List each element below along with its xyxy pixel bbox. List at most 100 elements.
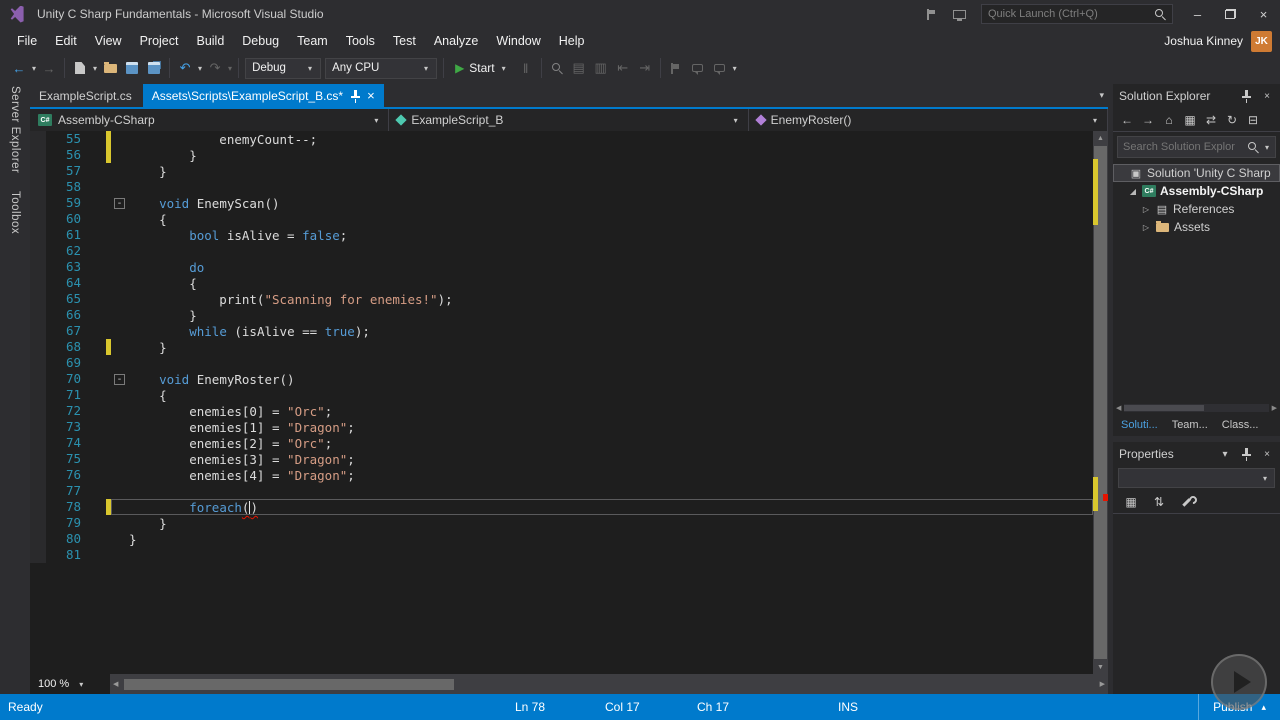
menu-window[interactable]: Window <box>487 30 549 52</box>
code-line-75[interactable]: 75 enemies[3] = "Dragon"; <box>30 451 1093 467</box>
scroll-up-icon[interactable]: ▲ <box>1093 131 1108 145</box>
menu-project[interactable]: Project <box>131 30 188 52</box>
code-line-79[interactable]: 79 } <box>30 515 1093 531</box>
pin-icon[interactable] <box>1239 447 1253 461</box>
code-line-68[interactable]: 68 } <box>30 339 1093 355</box>
menu-analyze[interactable]: Analyze <box>425 30 487 52</box>
type-dropdown[interactable]: ExampleScript_B ▾ <box>389 109 749 131</box>
tab-overflow-icon[interactable]: ▾ <box>1099 90 1104 101</box>
navigate-forward-button[interactable]: → <box>38 57 60 79</box>
expand-icon[interactable]: ▷ <box>1141 223 1151 232</box>
start-debugging-button[interactable]: ▶ Start ▾ <box>448 57 515 79</box>
close-icon[interactable]: × <box>1260 447 1274 461</box>
find-in-files-button[interactable] <box>546 57 568 79</box>
solution-search-box[interactable]: ▾ <box>1117 136 1276 158</box>
code-line-73[interactable]: 73 enemies[1] = "Dragon"; <box>30 419 1093 435</box>
home-icon[interactable]: ⌂ <box>1159 110 1179 130</box>
back-icon[interactable]: ← <box>1117 110 1137 130</box>
expand-icon[interactable]: ◢ <box>1128 187 1138 196</box>
restore-button[interactable] <box>1214 0 1247 28</box>
alphabetical-icon[interactable]: ⇅ <box>1149 492 1169 512</box>
solution-platforms-dropdown[interactable]: Any CPU ▾ <box>325 57 438 79</box>
new-file-dropdown-icon[interactable]: ▾ <box>91 64 99 73</box>
code-line-67[interactable]: 67 while (isAlive == true); <box>30 323 1093 339</box>
code-editor[interactable]: 55 enemyCount--; 56 } 57 } 58 59- void Enemy… <box>30 131 1108 674</box>
zoom-control[interactable]: 100 % ▾ <box>30 674 110 694</box>
code-line-78[interactable]: 78 foreach() <box>30 499 1093 515</box>
code-line-74[interactable]: 74 enemies[2] = "Orc"; <box>30 435 1093 451</box>
pin-icon[interactable] <box>350 89 361 102</box>
menu-test[interactable]: Test <box>384 30 425 52</box>
open-file-button[interactable] <box>99 57 121 79</box>
code-line-80[interactable]: 80} <box>30 531 1093 547</box>
menu-file[interactable]: File <box>8 30 46 52</box>
property-pages-icon[interactable] <box>1177 492 1197 512</box>
solution-configurations-dropdown[interactable]: Debug ▾ <box>245 57 322 79</box>
solution-explorer-header[interactable]: Solution Explorer × <box>1113 84 1280 108</box>
code-line-57[interactable]: 57 } <box>30 163 1093 179</box>
project-dropdown[interactable]: C# Assembly-CSharp ▾ <box>30 109 390 131</box>
save-all-button[interactable] <box>143 57 165 79</box>
tree-item-assets[interactable]: ▷ Assets <box>1113 218 1280 236</box>
code-line-63[interactable]: 63 do <box>30 259 1093 275</box>
code-line-60[interactable]: 60 { <box>30 211 1093 227</box>
menu-team[interactable]: Team <box>288 30 337 52</box>
solution-search-input[interactable] <box>1118 141 1243 153</box>
menu-debug[interactable]: Debug <box>233 30 288 52</box>
close-icon[interactable]: × <box>367 89 375 102</box>
member-dropdown[interactable]: EnemyRoster() ▾ <box>749 109 1108 131</box>
menu-build[interactable]: Build <box>187 30 233 52</box>
refresh-icon[interactable]: ↻ <box>1222 110 1242 130</box>
close-button[interactable]: × <box>1247 0 1280 28</box>
scroll-down-icon[interactable]: ▼ <box>1093 660 1108 674</box>
code-line-66[interactable]: 66 } <box>30 307 1093 323</box>
side-tab-toolbox[interactable]: Toolbox <box>9 191 21 234</box>
signed-in-user[interactable]: Joshua Kinney <box>1164 34 1243 48</box>
tree-item-solution-unity-c-sharp[interactable]: ▣ Solution 'Unity C Sharp <box>1113 164 1280 182</box>
code-line-59[interactable]: 59 - void EnemyScan() <box>30 195 1093 211</box>
remote-screen-icon[interactable] <box>945 0 973 28</box>
close-icon[interactable]: × <box>1260 89 1274 103</box>
pin-icon[interactable] <box>1239 89 1253 103</box>
video-play-overlay-button[interactable] <box>1211 654 1267 710</box>
code-line-64[interactable]: 64 { <box>30 275 1093 291</box>
panel-tab-class[interactable]: Class... <box>1222 419 1259 431</box>
code-line-72[interactable]: 72 enemies[0] = "Orc"; <box>30 403 1093 419</box>
code-line-65[interactable]: 65 print("Scanning for enemies!"); <box>30 291 1093 307</box>
code-line-56[interactable]: 56 } <box>30 147 1093 163</box>
scroll-left-icon[interactable]: ◀ <box>113 680 118 688</box>
split-window-button[interactable]: ▤ <box>568 57 590 79</box>
user-avatar[interactable]: JK <box>1251 30 1272 52</box>
code-line-70[interactable]: 70 - void EnemyRoster() <box>30 371 1093 387</box>
show-all-files-icon[interactable]: ▦ <box>1180 110 1200 130</box>
navigate-back-dropdown-icon[interactable]: ▾ <box>30 64 38 73</box>
comment-selection-button[interactable] <box>687 57 709 79</box>
toolbar-overflow-icon[interactable]: ▾ <box>731 64 739 73</box>
code-line-71[interactable]: 71 { <box>30 387 1093 403</box>
editor-hscrollbar[interactable]: ◀ ▶ <box>110 674 1108 694</box>
code-line-58[interactable]: 58 <box>30 179 1093 195</box>
expand-icon[interactable]: ▷ <box>1141 205 1151 214</box>
panel-tab-soluti[interactable]: Soluti... <box>1121 419 1158 431</box>
doc-tab[interactable]: ExampleScript.cs <box>30 84 141 107</box>
redo-dropdown-icon[interactable]: ▾ <box>226 64 234 73</box>
chevron-down-icon[interactable]: ▾ <box>1263 143 1271 152</box>
forward-icon[interactable]: → <box>1138 110 1158 130</box>
send-feedback-icon[interactable] <box>917 0 945 28</box>
code-line-62[interactable]: 62 <box>30 243 1093 259</box>
redo-button[interactable]: ↷ <box>204 57 226 79</box>
decrease-indent-button[interactable]: ⇤ <box>612 57 634 79</box>
scroll-right-icon[interactable]: ▶ <box>1272 404 1277 412</box>
navigate-back-button[interactable]: ← <box>8 57 30 79</box>
tree-item-references[interactable]: ▷ ▤ References <box>1113 200 1280 218</box>
menu-view[interactable]: View <box>86 30 131 52</box>
undo-button[interactable]: ↶ <box>174 57 196 79</box>
chevron-down-icon[interactable]: ▾ <box>1218 447 1232 461</box>
hscroll-thumb[interactable] <box>124 678 455 690</box>
uncomment-selection-button[interactable] <box>709 57 731 79</box>
menu-tools[interactable]: Tools <box>337 30 384 52</box>
toggle-bookmark-button[interactable] <box>665 57 687 79</box>
new-file-button[interactable] <box>69 57 91 79</box>
undo-dropdown-icon[interactable]: ▾ <box>196 64 204 73</box>
panel-tab-team[interactable]: Team... <box>1172 419 1208 431</box>
